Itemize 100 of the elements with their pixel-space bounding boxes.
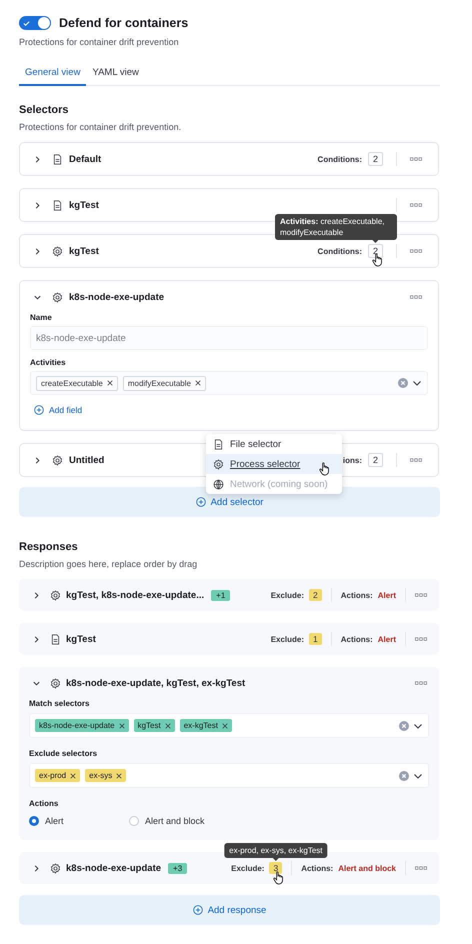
check-icon <box>23 20 30 26</box>
conditions-label: Conditions: <box>318 246 362 256</box>
actions-value: Alert <box>378 634 396 644</box>
plus-circle-icon <box>196 497 206 507</box>
selector-name: kgTest <box>69 246 99 256</box>
clear-icon[interactable] <box>399 720 409 730</box>
more-options-icon[interactable] <box>410 156 422 162</box>
exclude-count-badge[interactable]: 2 <box>309 589 322 601</box>
radio-label[interactable]: Alert and block <box>145 816 205 826</box>
gear-icon <box>50 678 61 688</box>
activity-tag[interactable]: createExecutable <box>36 376 118 390</box>
more-options-icon[interactable] <box>415 636 427 642</box>
radio-button[interactable] <box>29 816 39 826</box>
more-count-badge: +1 <box>211 590 230 600</box>
remove-icon[interactable] <box>194 380 201 386</box>
actions-label: Actions: <box>301 864 334 872</box>
tooltip: ex-prod, ex-sys, ex-kgTest <box>224 842 328 858</box>
remove-icon[interactable] <box>118 722 125 728</box>
field-label: Match selectors <box>29 699 90 708</box>
selector-tag[interactable]: ex-kgTest <box>180 719 232 732</box>
tooltip: Activities: createExecutable, modifyExecutable <box>275 214 397 240</box>
more-options-icon[interactable] <box>410 294 422 300</box>
selector-name: Default <box>69 154 102 164</box>
chevron-right-icon[interactable] <box>33 154 42 164</box>
section-description: Protections for container drift prevention. <box>19 122 182 132</box>
gear-icon <box>52 246 63 256</box>
response-name: k8s-node-exe-update <box>66 862 162 874</box>
remove-icon[interactable] <box>116 772 122 778</box>
clear-icon[interactable] <box>398 378 408 388</box>
exclude-count-badge[interactable]: 1 <box>309 633 322 645</box>
section-description: Description goes here, replace order by drag <box>19 559 198 569</box>
selector-name: k8s-node-exe-update <box>69 292 164 302</box>
section-description: Protections for container drift prevention <box>19 37 180 47</box>
selector-tag[interactable]: ex-prod <box>35 769 80 782</box>
section-title: Defend for containers <box>59 16 188 30</box>
chevron-right-icon[interactable] <box>33 200 42 210</box>
remove-icon[interactable] <box>164 722 171 728</box>
document-icon <box>52 200 63 210</box>
section-heading: Responses <box>19 541 79 553</box>
chevron-right-icon[interactable] <box>32 864 41 872</box>
caret-down-icon[interactable] <box>412 378 422 388</box>
response-name: kgTest <box>66 634 96 644</box>
actions-label: Actions: <box>340 590 373 600</box>
gear-icon <box>213 458 224 470</box>
name-field[interactable]: k8s-node-exe-update <box>30 326 428 350</box>
selector-name: Untitled <box>69 454 104 466</box>
more-options-icon[interactable] <box>410 248 422 254</box>
document-icon <box>213 438 224 450</box>
toggle-switch[interactable] <box>19 16 51 30</box>
activities-combobox[interactable]: createExecutable modifyExecutable <box>30 371 428 395</box>
chevron-right-icon[interactable] <box>32 634 41 644</box>
response-name: k8s-node-exe-update, kgTest, ex-kgTest <box>66 678 246 688</box>
more-count-badge: +3 <box>168 862 188 874</box>
gear-icon <box>52 292 63 302</box>
remove-icon[interactable] <box>106 380 113 386</box>
globe-icon <box>213 478 224 490</box>
more-options-icon[interactable] <box>410 202 422 208</box>
actions-value: Alert and block <box>338 864 396 872</box>
conditions-label: Conditions: <box>318 154 362 164</box>
exclude-label: Exclude: <box>231 864 264 872</box>
add-response-button[interactable]: Add response <box>19 895 440 925</box>
document-icon <box>50 634 61 644</box>
remove-icon[interactable] <box>70 772 76 778</box>
activity-tag[interactable]: modifyExecutable <box>122 376 206 390</box>
add-field-link[interactable]: Add field <box>30 403 86 417</box>
field-label: Activities <box>30 358 67 367</box>
match-selectors-combobox[interactable]: k8s-node-exe-update kgTest ex-kgTest <box>29 713 429 738</box>
chevron-right-icon[interactable] <box>33 246 42 256</box>
more-options-icon[interactable] <box>410 458 422 462</box>
tab[interactable]: YAML view <box>86 61 145 86</box>
plus-circle-icon <box>192 905 203 915</box>
menu-item[interactable]: Process selector <box>206 454 342 474</box>
radio-label[interactable]: Alert <box>45 816 64 826</box>
hand-cursor-icon <box>319 462 330 476</box>
selector-name: kgTest <box>69 200 99 210</box>
exclude-selectors-combobox[interactable]: ex-prod ex-sys <box>29 763 429 788</box>
menu-item[interactable]: File selector <box>206 434 342 454</box>
field-label: Exclude selectors <box>29 749 98 758</box>
selector-tag[interactable]: ex-sys <box>85 769 126 782</box>
tab[interactable]: General view <box>19 61 86 86</box>
conditions-label: ions: <box>342 456 362 464</box>
conditions-count[interactable]: 2 <box>368 453 383 467</box>
field-label: Name <box>30 313 53 322</box>
chevron-right-icon[interactable] <box>33 456 42 464</box>
chevron-right-icon[interactable] <box>32 590 41 600</box>
gear-icon <box>50 862 61 874</box>
more-options-icon[interactable] <box>415 592 427 598</box>
field-label: Actions <box>29 799 60 808</box>
exclude-label: Exclude: <box>270 634 304 644</box>
more-options-icon[interactable] <box>415 866 427 870</box>
gear-icon <box>52 454 63 466</box>
remove-icon[interactable] <box>222 722 228 728</box>
selector-tag[interactable]: kgTest <box>134 719 175 732</box>
selector-tag[interactable]: k8s-node-exe-update <box>35 719 129 732</box>
actions-label: Actions: <box>340 634 373 644</box>
exclude-label: Exclude: <box>270 590 304 600</box>
gear-icon <box>50 590 61 600</box>
conditions-count[interactable]: 2 <box>368 152 383 166</box>
clear-icon[interactable] <box>399 770 409 780</box>
more-options-icon[interactable] <box>415 680 427 686</box>
